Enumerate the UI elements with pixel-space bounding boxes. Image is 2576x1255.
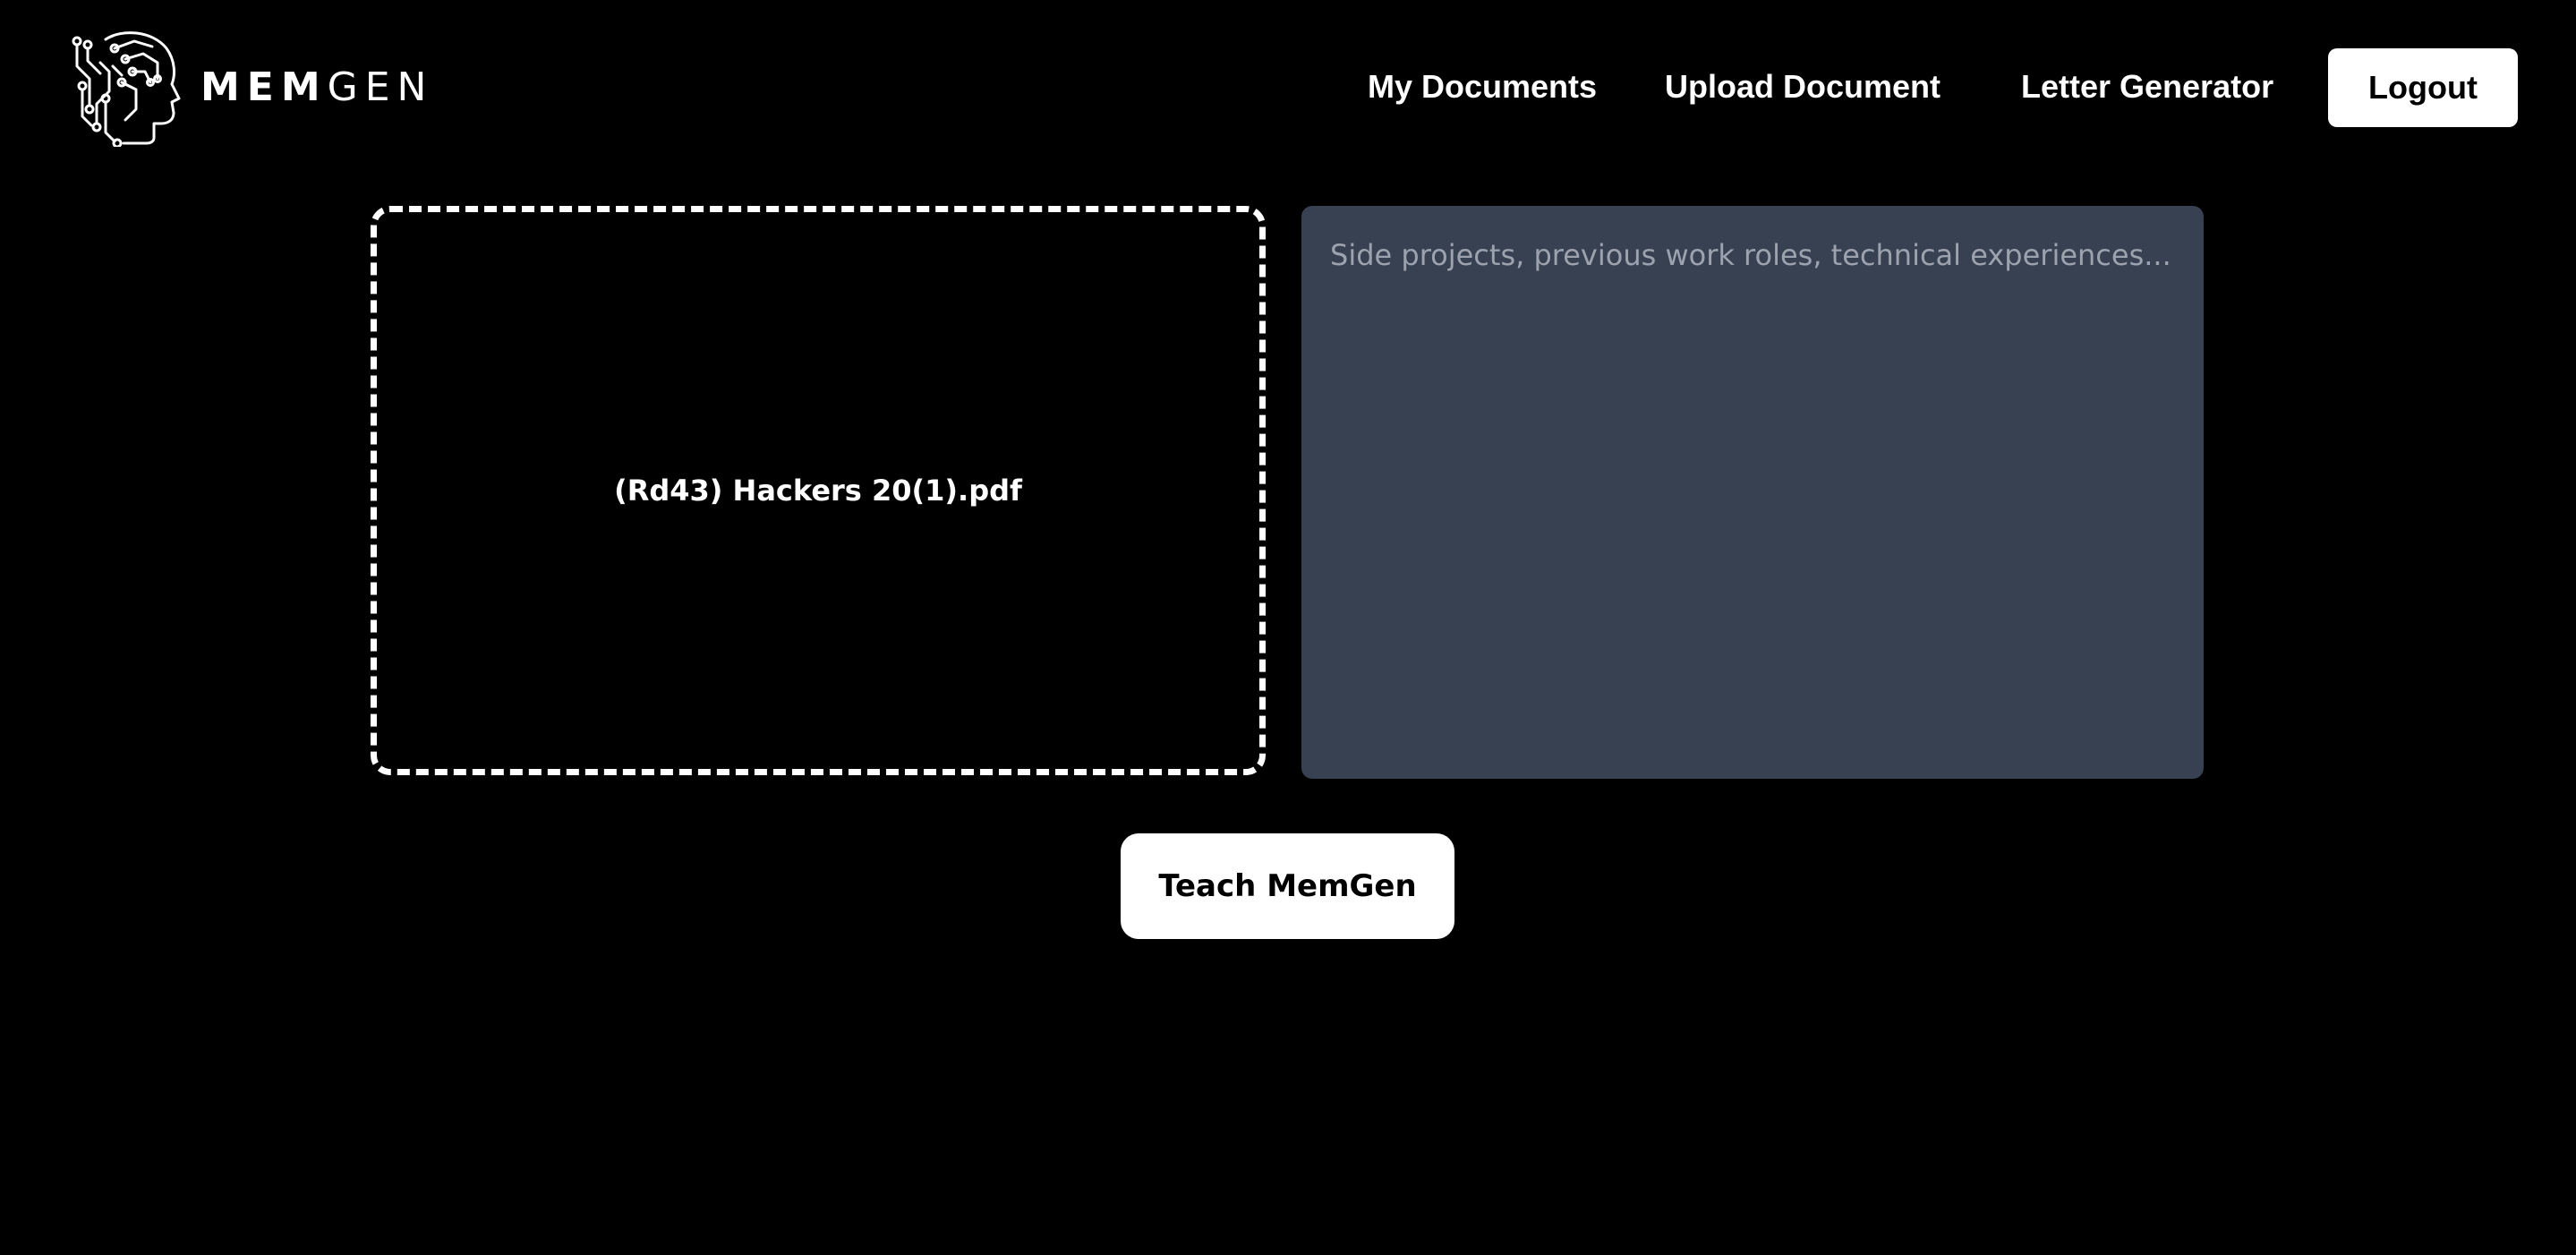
teach-memgen-button[interactable]: Teach MemGen (1121, 833, 1454, 939)
file-dropzone[interactable]: (Rd43) Hackers 20(1).pdf (371, 206, 1266, 775)
logout-button[interactable]: Logout (2328, 48, 2518, 127)
experience-notes-input[interactable] (1301, 206, 2204, 779)
nav-link-upload-document[interactable]: Upload Document (1665, 68, 1941, 106)
main-nav: My Documents Upload Document Letter Gene… (0, 48, 2576, 129)
nav-link-letter-generator[interactable]: Letter Generator (2021, 68, 2273, 106)
uploaded-file-name: (Rd43) Hackers 20(1).pdf (614, 474, 1022, 508)
app-header: MEMGEN My Documents Upload Document Lett… (0, 0, 2576, 179)
nav-link-my-documents[interactable]: My Documents (1368, 68, 1597, 106)
